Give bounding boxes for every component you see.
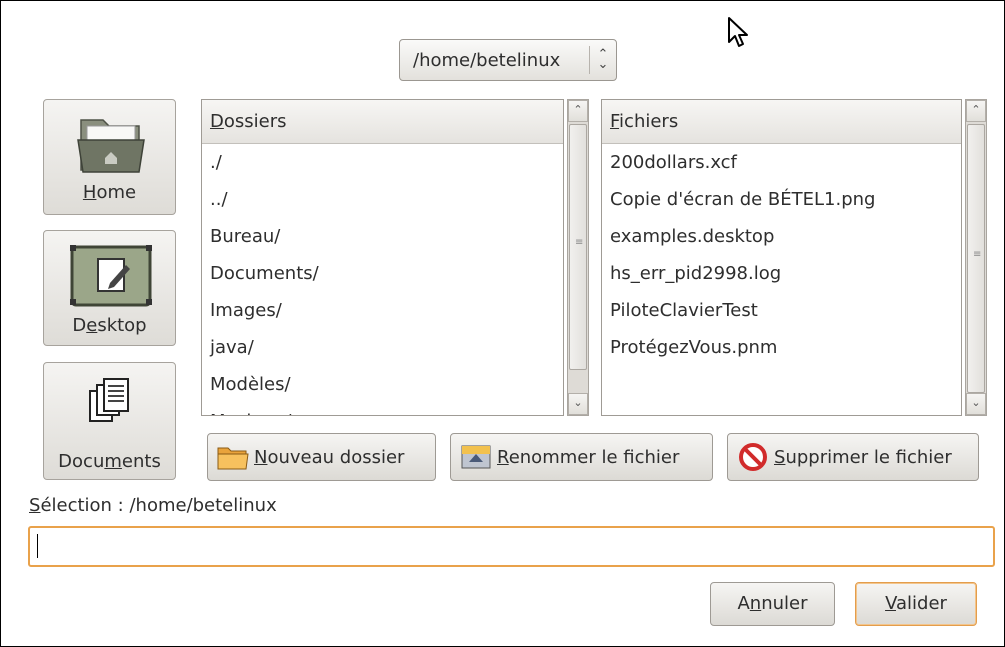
folder-item[interactable]: Bureau/: [202, 218, 563, 255]
files-scrollbar[interactable]: ⌃ ≡ ⌄: [965, 99, 987, 416]
folders-scroll-thumb[interactable]: ≡: [569, 124, 587, 370]
grip-icon: ≡: [575, 237, 584, 248]
updown-arrows-icon: ⌃ ⌄: [597, 47, 609, 72]
desktop-icon: [70, 245, 152, 307]
folder-item[interactable]: java/: [202, 329, 563, 366]
place-home-button[interactable]: Home: [43, 99, 176, 215]
grip-icon: ≡: [973, 248, 982, 260]
new-folder-button[interactable]: Nouveau dossier: [207, 433, 436, 481]
files-list[interactable]: Fichiers 200dollars.xcf Copie d'écran de…: [601, 99, 962, 416]
directory-combo[interactable]: /home/betelinux ⌃ ⌄: [399, 39, 617, 81]
cancel-button[interactable]: Annuler: [710, 582, 835, 626]
folders-scrollbar[interactable]: ⌃ ≡ ⌄: [567, 99, 589, 416]
selection-input[interactable]: [28, 526, 995, 567]
folder-item[interactable]: ./: [202, 144, 563, 181]
file-item[interactable]: examples.desktop: [602, 218, 961, 255]
files-header[interactable]: Fichiers: [602, 100, 961, 144]
file-item[interactable]: Copie d'écran de BÉTEL1.png: [602, 181, 961, 218]
selection-label: Sélection : /home/betelinux: [29, 495, 277, 516]
folders-list[interactable]: Dossiers ./ ../ Bureau/ Documents/ Image…: [201, 99, 564, 416]
place-documents-button[interactable]: Documents: [43, 362, 176, 480]
delete-icon: [739, 443, 767, 471]
text-caret: [37, 534, 38, 558]
home-folder-icon: [77, 119, 145, 173]
place-home-label: Home: [82, 182, 137, 203]
place-desktop-label: Desktop: [72, 315, 147, 336]
folder-item[interactable]: Images/: [202, 292, 563, 329]
rename-file-button[interactable]: Renommer le fichier: [450, 433, 713, 481]
new-folder-label: Nouveau dossier: [254, 446, 405, 468]
folder-item[interactable]: Musique/: [202, 403, 563, 415]
delete-file-button[interactable]: Supprimer le fichier: [727, 433, 979, 481]
folder-item[interactable]: Modèles/: [202, 366, 563, 403]
folder-item[interactable]: Documents/: [202, 255, 563, 292]
mouse-pointer-icon: [728, 17, 748, 47]
directory-combo-value: /home/betelinux: [413, 49, 561, 71]
scroll-up-icon[interactable]: ⌃: [568, 100, 588, 122]
rename-file-label: Renommer le fichier: [497, 446, 680, 468]
delete-file-label: Supprimer le fichier: [774, 446, 952, 468]
file-item[interactable]: ProtégezVous.pnm: [602, 329, 961, 366]
scroll-down-icon[interactable]: ⌄: [966, 393, 986, 415]
ok-button[interactable]: Valider: [855, 582, 977, 626]
scroll-down-icon[interactable]: ⌄: [568, 393, 588, 415]
folders-header[interactable]: Dossiers: [202, 100, 563, 144]
files-scroll-thumb[interactable]: ≡: [967, 124, 985, 393]
folder-item[interactable]: ../: [202, 181, 563, 218]
file-item[interactable]: 200dollars.xcf: [602, 144, 961, 181]
place-documents-label: Documents: [58, 451, 161, 472]
documents-icon: [89, 378, 129, 422]
file-item[interactable]: hs_err_pid2998.log: [602, 255, 961, 292]
new-folder-icon: [217, 447, 249, 470]
scroll-up-icon[interactable]: ⌃: [966, 100, 986, 122]
rename-icon: [461, 445, 491, 469]
place-desktop-button[interactable]: Desktop: [43, 230, 176, 346]
file-item[interactable]: PiloteClavierTest: [602, 292, 961, 329]
